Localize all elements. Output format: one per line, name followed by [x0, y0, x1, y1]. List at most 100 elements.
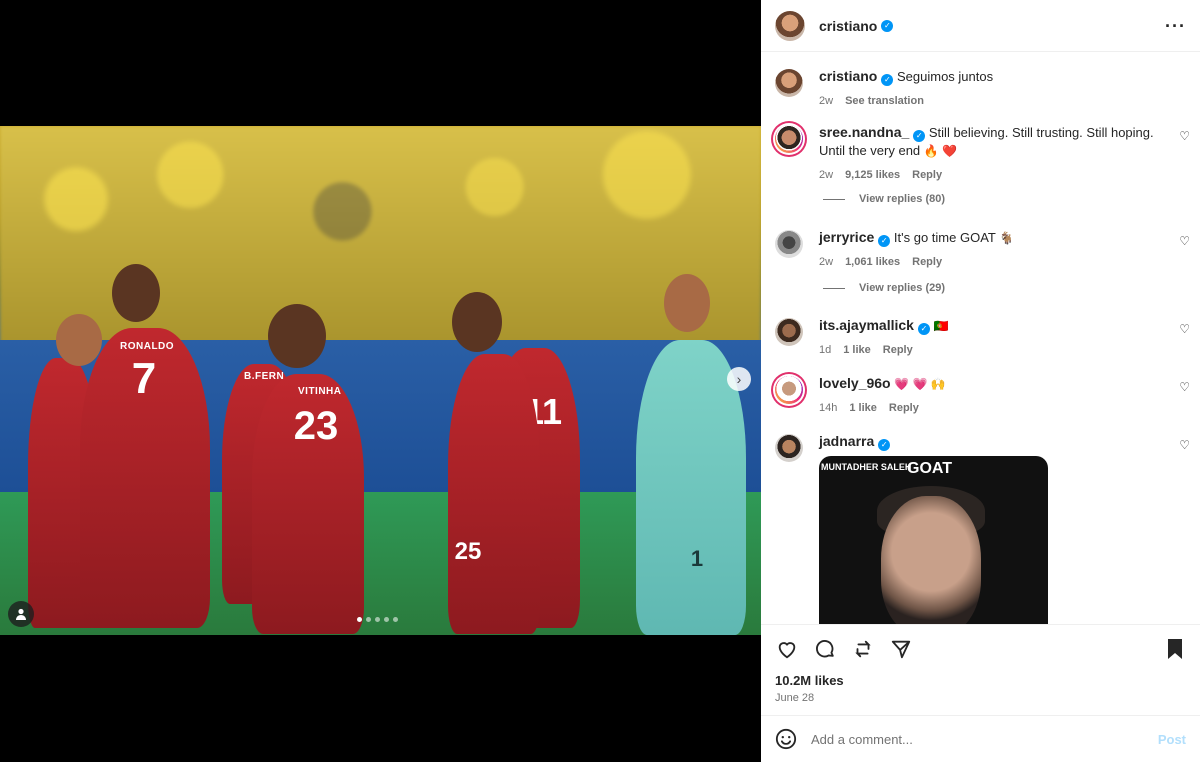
like-comment-heart-icon[interactable]: ♡ [1179, 438, 1190, 452]
tagged-users-button[interactable] [8, 601, 34, 627]
author-username[interactable]: cristiano [819, 18, 877, 34]
heart-icon [778, 642, 796, 659]
divider-line [823, 287, 845, 289]
comment-username[interactable]: sree.nandna_ [819, 124, 909, 140]
like-button[interactable] [775, 637, 799, 661]
like-comment-heart-icon[interactable]: ♡ [1179, 322, 1190, 336]
reply-button[interactable]: Reply [912, 166, 942, 184]
caption-avatar[interactable] [775, 69, 803, 97]
comment-text-line: jadnarra ✓ [819, 432, 1159, 451]
caption-row: cristiano ✓ Seguimos juntos 2w See transl… [775, 67, 1190, 110]
carousel-next-button[interactable]: › [727, 367, 751, 391]
comment-avatar[interactable] [775, 434, 803, 462]
post-comment-button[interactable]: Post [1158, 732, 1186, 747]
comment-text: It's go time GOAT [893, 230, 996, 245]
add-comment-bar: Post [761, 715, 1200, 762]
save-button[interactable] [1164, 637, 1188, 661]
carousel-dot [375, 617, 380, 622]
repost-icon [855, 640, 871, 658]
reply-button[interactable]: Reply [912, 253, 942, 271]
comment-icon [816, 640, 834, 658]
carousel-dot [393, 617, 398, 622]
comment-username[interactable]: jerryrice [819, 229, 874, 245]
comment-row: jerryrice ✓ It's go time GOAT 🐐 2w 1,061 … [775, 228, 1190, 271]
like-comment-heart-icon[interactable]: ♡ [1179, 234, 1190, 248]
comment-time: 2w [819, 256, 834, 268]
bookmark-icon [1168, 639, 1182, 659]
caption-time: 2w [819, 95, 834, 107]
share-button[interactable] [889, 637, 913, 661]
image-face [881, 496, 981, 624]
comments-list[interactable]: cristiano ✓ Seguimos juntos 2w See transl… [761, 53, 1200, 624]
action-icons [775, 637, 913, 661]
more-options-icon[interactable]: ··· [1165, 17, 1186, 35]
player-25 [448, 354, 540, 634]
comment-body: lovely_96o 💗 💗 🙌 14h 1 like Reply [819, 374, 1159, 417]
comment-text-line: lovely_96o 💗 💗 🙌 [819, 374, 1159, 393]
emoji-icon[interactable] [775, 728, 797, 750]
comment-text-line: jerryrice ✓ It's go time GOAT 🐐 [819, 228, 1159, 247]
comment-likes[interactable]: 1 like [843, 341, 871, 359]
comment-avatar[interactable] [775, 230, 803, 258]
comment-row: lovely_96o 💗 💗 🙌 14h 1 like Reply ♡ [775, 374, 1190, 417]
comment-meta: 2w 9,125 likes Reply [819, 166, 1159, 184]
comment-row: sree.nandna_ ✓ Still believing. Still tru… [775, 123, 1190, 184]
player-bf-name: B.FERN [244, 371, 285, 382]
comment-time: 14h [819, 402, 838, 414]
player-23-head [268, 304, 326, 368]
player-23-number: 23 [293, 404, 339, 448]
comment-button[interactable] [813, 637, 837, 661]
player-7-name: RONALDO [120, 341, 175, 352]
player-left-head [56, 314, 102, 366]
player-25-number: 25 [454, 538, 482, 565]
likes-count[interactable]: 10.2M likes [775, 673, 844, 688]
comment-avatar[interactable] [775, 125, 803, 153]
repost-button[interactable] [851, 637, 875, 661]
verified-badge-icon: ✓ [881, 74, 894, 86]
comment-meta: 14h 1 like Reply [819, 399, 1159, 417]
comment-avatar[interactable] [775, 376, 803, 404]
author-avatar[interactable] [775, 10, 805, 41]
player-7-number: 7 [131, 354, 157, 403]
like-comment-heart-icon[interactable]: ♡ [1179, 380, 1190, 394]
comment-likes[interactable]: 1 like [849, 399, 877, 417]
post-actions: 10.2M likes June 28 [761, 624, 1200, 714]
reply-button[interactable]: Reply [889, 399, 919, 417]
send-icon [891, 640, 911, 659]
view-replies-button[interactable]: View replies (80) [823, 193, 945, 205]
chevron-right-icon: › [736, 371, 742, 387]
comment-meta: 2w 1,061 likes Reply [819, 253, 1159, 271]
carousel-dots [357, 617, 398, 622]
divider-line [823, 198, 845, 200]
image-author-label: MUNTADHER SALEH [821, 462, 912, 472]
like-comment-heart-icon[interactable]: ♡ [1179, 129, 1190, 143]
comment-body: jerryrice ✓ It's go time GOAT 🐐 2w 1,061 … [819, 228, 1159, 271]
view-replies-label: View replies (29) [859, 282, 946, 294]
verified-badge-icon: ✓ [917, 323, 930, 335]
comment-likes[interactable]: 9,125 likes [845, 166, 900, 184]
comment-username[interactable]: lovely_96o [819, 375, 891, 391]
caption-username[interactable]: cristiano [819, 68, 877, 84]
caption-text-line: cristiano ✓ Seguimos juntos [819, 67, 1159, 86]
comment-text-line: sree.nandna_ ✓ Still believing. Still tru… [819, 123, 1159, 160]
comment-username[interactable]: jadnarra [819, 433, 874, 449]
see-translation-link[interactable]: See translation [845, 92, 924, 110]
post-photo[interactable]: RONALDO 7 B.FERN VITINHA 23 11 25 1 [0, 126, 761, 635]
comment-image[interactable]: GOAT MUNTADHER SALEH [819, 456, 1048, 624]
comment-avatar[interactable] [775, 318, 803, 346]
view-replies-button[interactable]: View replies (29) [823, 282, 945, 294]
carousel-dot [357, 617, 362, 622]
post-date[interactable]: June 28 [775, 692, 814, 704]
goalkeeper-number: 1 [690, 546, 704, 571]
reply-button[interactable]: Reply [883, 341, 913, 359]
comment-likes[interactable]: 1,061 likes [845, 253, 900, 271]
comment-input[interactable] [811, 731, 1158, 747]
comment-body: its.ajaymallick ✓ 🇵🇹 1d 1 like Reply [819, 316, 1159, 359]
verified-badge-icon: ✓ [881, 19, 894, 32]
comment-username[interactable]: its.ajaymallick [819, 317, 914, 333]
comment-body: sree.nandna_ ✓ Still believing. Still tru… [819, 123, 1159, 184]
comment-text-line: its.ajaymallick ✓ 🇵🇹 [819, 316, 1159, 335]
comment-meta: 1d 1 like Reply [819, 341, 1159, 359]
caption-body: cristiano ✓ Seguimos juntos 2w See transl… [819, 67, 1159, 110]
comment-emoji: 🔥 ❤️ [923, 144, 958, 158]
